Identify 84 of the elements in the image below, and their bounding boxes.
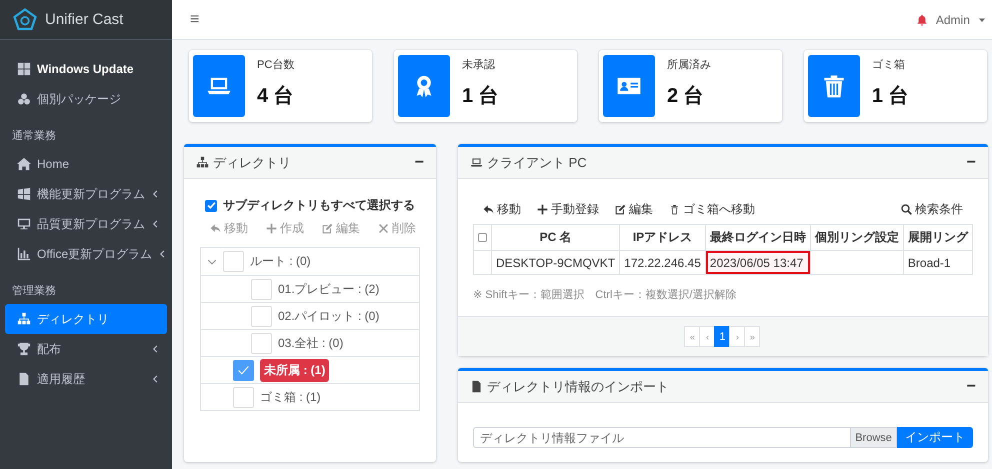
- bar-chart-icon: [17, 247, 31, 261]
- sitemap-icon: [196, 156, 209, 169]
- tree-row[interactable]: ゴミ箱 : (1): [201, 383, 419, 410]
- plus-icon: [266, 223, 277, 234]
- panel-title: ディレクトリ情報のインポート: [487, 378, 669, 396]
- column-header: 最終ログイン日時: [705, 224, 810, 250]
- user-menu[interactable]: Admin: [936, 12, 970, 26]
- hint-text: ※ Shiftキー：範囲選択 Ctrlキー：複数選択/選択解除: [473, 288, 738, 302]
- panel-title: ディレクトリ: [213, 154, 291, 172]
- column-header: PC 名: [492, 224, 620, 250]
- stat-value: 4 台: [257, 84, 294, 109]
- table-cell: DESKTOP-9CMQVKT: [492, 250, 620, 274]
- sidebar-item[interactable]: 配布: [5, 334, 167, 364]
- toolbar-button[interactable]: 移動: [483, 201, 521, 218]
- stat-value: 1 台: [872, 84, 909, 109]
- edit-icon: [615, 204, 626, 215]
- stat-label: 未承認: [462, 58, 496, 72]
- home-icon: [17, 157, 31, 171]
- monitor-icon: [17, 217, 31, 231]
- column-header: 展開リング: [903, 224, 972, 250]
- checkbox[interactable]: [205, 200, 217, 212]
- windows-icon: [17, 187, 31, 201]
- page-button[interactable]: 1: [714, 326, 730, 347]
- tree-row[interactable]: 02.パイロット : (0): [201, 302, 419, 329]
- collapse-button[interactable]: −: [966, 378, 976, 396]
- laptop-icon: [470, 156, 483, 169]
- menu-button[interactable]: ≡: [184, 10, 206, 30]
- toolbar-button[interactable]: ゴミ箱へ移動: [669, 201, 755, 218]
- stat-label: PC台数: [257, 58, 294, 72]
- cubes-icon: [17, 92, 31, 106]
- edit-icon: [322, 223, 333, 234]
- checkbox-label: サブディレクトリもすべて選択する: [223, 197, 415, 214]
- table-cell: 2023/06/05 13:47: [705, 250, 810, 274]
- browse-button[interactable]: Browse: [850, 427, 897, 448]
- tree-row[interactable]: 未所属 : (1): [201, 356, 419, 383]
- column-header: IPアドレス: [620, 224, 706, 250]
- stat-value: 2 台: [666, 84, 705, 109]
- panel-title: クライアント PC: [487, 154, 587, 172]
- stat-label: 所属済み: [666, 58, 711, 72]
- trophy-icon: [17, 342, 31, 356]
- document-icon: [470, 380, 483, 393]
- file-field[interactable]: ディレクトリ情報ファイル: [473, 427, 850, 448]
- collapse-button[interactable]: −: [414, 154, 424, 172]
- sidebar-item[interactable]: 品質更新プログラム: [5, 209, 167, 239]
- checkbox[interactable]: [478, 232, 487, 242]
- checkbox[interactable]: [233, 360, 254, 380]
- checkmark-icon: [206, 201, 216, 210]
- windows-icon: [17, 62, 31, 76]
- import-button[interactable]: インポート: [896, 427, 973, 448]
- table-cell: Broad-1: [903, 250, 972, 274]
- brand-name: Unifier Cast: [45, 11, 124, 28]
- table-cell: 172.22.246.45: [620, 250, 706, 274]
- sidebar-item[interactable]: Home: [5, 149, 167, 179]
- sidebar-item[interactable]: 機能更新プログラム: [5, 179, 167, 209]
- sidebar-section-header: 通常業務: [11, 128, 57, 144]
- stat-label: ゴミ箱: [872, 58, 906, 72]
- search-button[interactable]: 検索条件: [900, 201, 963, 218]
- sidebar-item[interactable]: 適用履歴: [5, 364, 167, 394]
- stat-value: 1 台: [462, 84, 499, 109]
- sidebar-item[interactable]: ディレクトリ: [5, 304, 167, 334]
- tree-row[interactable]: ルート : (0): [201, 248, 419, 275]
- sidebar-item[interactable]: Windows Update: [5, 54, 167, 84]
- checkmark-icon: [237, 364, 250, 376]
- tree-row[interactable]: 01.プレビュー : (2): [201, 275, 419, 302]
- table-cell[interactable]: [474, 250, 492, 274]
- tree-row[interactable]: 03.全社 : (0): [201, 329, 419, 356]
- sidebar-item[interactable]: 個別パッケージ: [5, 84, 167, 114]
- toolbar-button[interactable]: 手動登録: [537, 201, 599, 218]
- search-icon: [900, 204, 912, 215]
- plus-icon: [537, 204, 548, 215]
- reply-icon: [483, 204, 494, 215]
- close-icon: [378, 223, 389, 234]
- bell-icon: [916, 14, 928, 26]
- sidebar-item[interactable]: Office更新プログラム: [5, 239, 167, 269]
- trash-icon: [669, 204, 680, 215]
- sitemap-icon: [17, 312, 31, 326]
- document-icon: [17, 372, 31, 386]
- toolbar-button[interactable]: 編集: [615, 201, 653, 218]
- collapse-button[interactable]: −: [966, 154, 976, 172]
- caret-down-icon: [978, 16, 986, 24]
- logo-icon: [13, 8, 37, 32]
- column-header: 個別リング設定: [810, 224, 904, 250]
- sidebar-section-header: 管理業務: [11, 284, 57, 299]
- reply-icon: [210, 223, 221, 234]
